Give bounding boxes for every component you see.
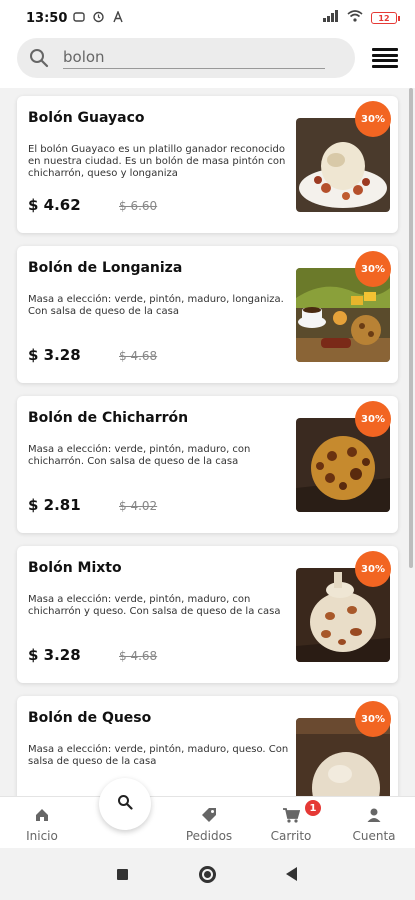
- status-icons-left: [73, 9, 124, 26]
- recents-button[interactable]: [117, 869, 128, 880]
- product-list[interactable]: Bolón Guayaco El bolón Guayaco es un pla…: [0, 88, 415, 796]
- status-icons-right: 12: [323, 10, 400, 26]
- product-name: Bolón de Longaniza: [28, 260, 183, 276]
- discount-badge: 30%: [355, 251, 391, 287]
- alarm-icon: [92, 10, 105, 26]
- product-description: Masa a elección: verde, pintón, maduro, …: [28, 294, 284, 317]
- discount-badge: 30%: [355, 101, 391, 137]
- search-icon: [117, 794, 133, 814]
- nav-pedidos-label: Pedidos: [185, 829, 233, 843]
- nav-inicio[interactable]: Inicio: [22, 805, 62, 843]
- product-name: Bolón de Chicharrón: [28, 410, 189, 426]
- product-price: $ 3.28: [28, 646, 81, 664]
- product-old-price: $ 4.68: [119, 649, 158, 663]
- search-icon: [29, 48, 49, 68]
- product-description: El bolón Guayaco es un platillo ganador …: [28, 144, 286, 179]
- search-fab-button[interactable]: [99, 778, 151, 830]
- notification-icon: [73, 11, 86, 26]
- discount-badge: 30%: [355, 701, 391, 737]
- product-name: Bolón Mixto: [28, 560, 122, 576]
- cart-count-badge: 1: [305, 800, 321, 816]
- product-old-price: $ 6.60: [119, 199, 158, 213]
- nav-cuenta-label: Cuenta: [352, 829, 396, 843]
- product-price: $ 2.81: [28, 496, 81, 514]
- text-a-icon: [112, 9, 124, 26]
- nav-carrito-label: Carrito: [270, 829, 312, 843]
- product-price: $ 3.28: [28, 346, 81, 364]
- header: [0, 36, 415, 88]
- tag-icon: [180, 805, 238, 825]
- discount-badge: 30%: [355, 401, 391, 437]
- status-time: 13:50: [26, 10, 68, 26]
- discount-badge: 30%: [355, 551, 391, 587]
- product-name: Bolón de Queso: [28, 710, 152, 726]
- home-icon: [22, 805, 62, 825]
- product-description: Masa a elección: verde, pintón, maduro, …: [28, 744, 289, 767]
- nav-pedidos[interactable]: Pedidos: [180, 805, 238, 843]
- product-name: Bolón Guayaco: [28, 110, 145, 126]
- wifi-icon: [347, 10, 363, 26]
- product-old-price: $ 4.02: [119, 499, 158, 513]
- product-card[interactable]: Bolón Mixto Masa a elección: verde, pint…: [17, 546, 398, 683]
- search-bar[interactable]: [17, 38, 355, 78]
- product-card[interactable]: Bolón de Longaniza Masa a elección: verd…: [17, 246, 398, 383]
- scrollbar[interactable]: [409, 88, 413, 568]
- person-icon: [349, 805, 399, 825]
- menu-icon[interactable]: [372, 46, 398, 70]
- battery-icon: 12: [371, 12, 400, 24]
- product-card[interactable]: Bolón Guayaco El bolón Guayaco es un pla…: [17, 96, 398, 233]
- status-bar: 13:50 12: [0, 0, 415, 36]
- bottom-navigation: Inicio Pedidos Carrito Cuenta: [0, 796, 415, 848]
- product-old-price: $ 4.68: [119, 349, 158, 363]
- back-button[interactable]: [286, 867, 297, 881]
- nav-cuenta[interactable]: Cuenta: [349, 805, 399, 843]
- product-price: $ 4.62: [28, 196, 81, 214]
- search-input[interactable]: [63, 47, 325, 69]
- home-button[interactable]: [199, 866, 216, 883]
- system-nav-bar: [0, 848, 415, 900]
- product-card[interactable]: Bolón de Chicharrón Masa a elección: ver…: [17, 396, 398, 533]
- signal-icon: [323, 10, 339, 26]
- product-description: Masa a elección: verde, pintón, maduro, …: [28, 594, 281, 617]
- product-description: Masa a elección: verde, pintón, maduro, …: [28, 444, 251, 467]
- nav-inicio-label: Inicio: [26, 829, 58, 843]
- product-card[interactable]: Bolón de Queso Masa a elección: verde, p…: [17, 696, 398, 796]
